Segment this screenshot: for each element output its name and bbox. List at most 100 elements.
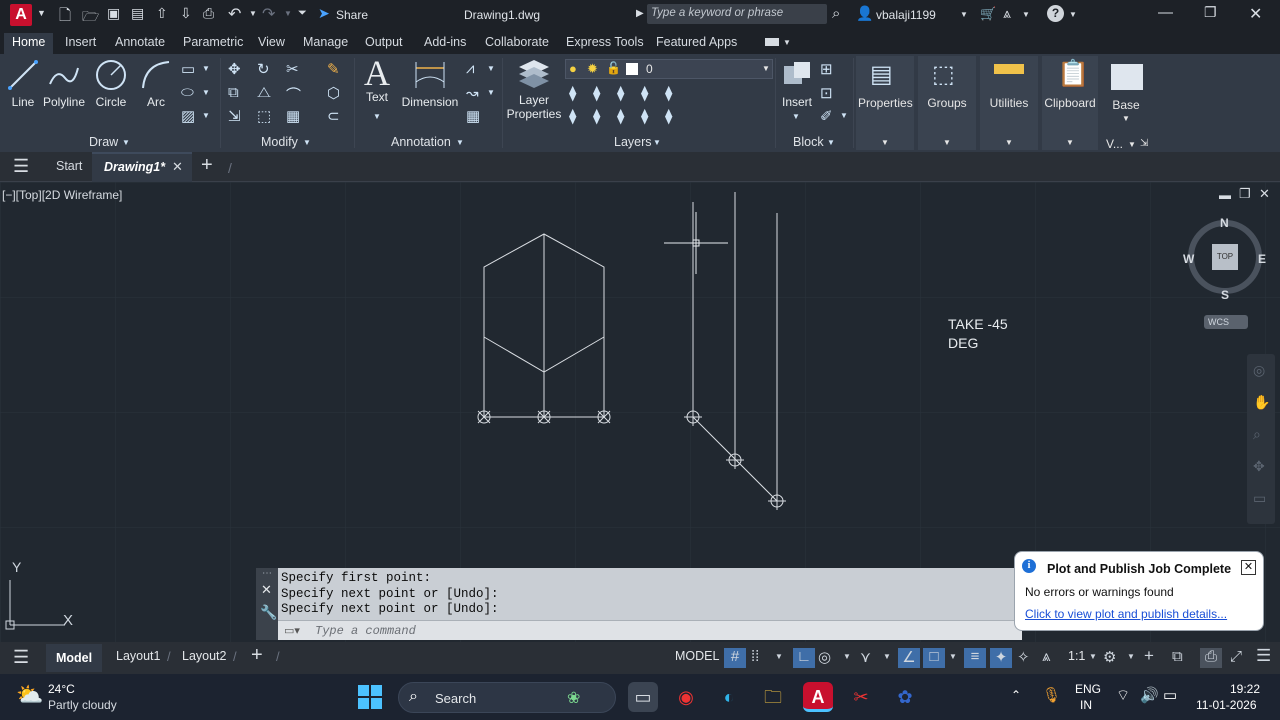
print-icon[interactable]: ⎙ (203, 5, 214, 22)
help-dropdown-icon[interactable]: ▼ (1069, 10, 1077, 19)
navigation-bar[interactable]: ◎ ✋ ⌕ ✥ ▭ (1247, 354, 1275, 524)
zoom-extents-icon[interactable]: ⌕ (1253, 426, 1261, 443)
expand-arrow-icon[interactable]: ▶ (636, 8, 644, 19)
minimize-icon[interactable]: — (1158, 4, 1173, 21)
restore-icon[interactable]: ❐ (1204, 4, 1217, 21)
edit-block-icon[interactable]: ⊡ (820, 84, 833, 102)
temperature[interactable]: 24°C (48, 682, 75, 696)
workspace-gear-icon[interactable]: ⚙ (1103, 648, 1116, 666)
block-attribute-icon[interactable]: ✐ (820, 107, 833, 125)
layers-panel-label[interactable]: Layers (614, 135, 652, 149)
redo-dropdown-icon[interactable]: ▼ (284, 9, 292, 18)
language-line1[interactable]: ENG (1075, 682, 1101, 696)
panel-expand-icon[interactable]: ▼ (122, 138, 130, 147)
base-button[interactable]: Base ▼ V... ▼ ⇲ (1104, 56, 1148, 151)
language-line2[interactable]: IN (1080, 698, 1092, 712)
notification-close-icon[interactable]: ✕ (1241, 560, 1256, 575)
clean-screen-icon[interactable]: ⤢ (1230, 648, 1242, 665)
multileader-icon[interactable]: ↝ (466, 84, 479, 102)
drawing-tab[interactable]: Drawing1* ✕ (92, 152, 192, 182)
layer-tool-icon[interactable]: ⧫ (665, 107, 672, 125)
workspace-dropdown-icon[interactable]: ▼ (1127, 652, 1135, 661)
file-explorer-icon[interactable]: 🗀 (758, 682, 788, 712)
rotate-icon[interactable]: ↻ (257, 60, 270, 78)
clock-date[interactable]: 11-01-2026 (1196, 698, 1257, 712)
notification-details-link[interactable]: Click to view plot and publish details..… (1025, 607, 1227, 621)
plot-publish-notification[interactable]: i Plot and Publish Job Complete ✕ No err… (1014, 551, 1264, 631)
polar-dropdown-icon[interactable]: ▼ (843, 652, 851, 661)
viewport-maximize-icon[interactable]: ❐ (1239, 186, 1251, 202)
app-menu-chevron-icon[interactable]: ▼ (37, 8, 46, 18)
redo-icon[interactable]: ↷ (262, 4, 275, 24)
tab-insert[interactable]: Insert (65, 35, 96, 49)
layer-properties-button[interactable]: Layer Properties (506, 58, 562, 121)
properties-panel[interactable]: ▤ Properties ▼ (856, 56, 914, 150)
offset-icon[interactable]: ⊂ (327, 107, 340, 125)
edge-icon[interactable]: ◐ (714, 682, 744, 712)
circle-button[interactable]: Circle (92, 58, 130, 109)
tab-view[interactable]: View (258, 35, 285, 49)
model-tab[interactable]: Model (46, 644, 102, 672)
erase-icon[interactable]: ✎ (327, 60, 340, 78)
arc-button[interactable]: Arc (138, 58, 174, 109)
array-icon[interactable]: ▦ (286, 107, 300, 125)
insert-dropdown-icon[interactable]: ▼ (792, 112, 800, 121)
tab-featured-apps[interactable]: Featured Apps (656, 35, 737, 49)
search-input[interactable]: Type a keyword or phrase (647, 4, 827, 24)
weather-icon[interactable]: ⛅ (16, 682, 43, 708)
autocad-taskbar-icon[interactable]: A (803, 682, 833, 712)
annotation-monitor-icon[interactable]: + (1144, 646, 1154, 666)
volume-icon[interactable]: 🔊 (1140, 686, 1159, 704)
draw-more-chevron-icon[interactable]: ▼ (202, 111, 210, 120)
tab-add-ins[interactable]: Add-ins (424, 35, 466, 49)
microphone-icon[interactable]: 🎙 (1042, 686, 1061, 704)
customize-wrench-icon[interactable]: 🔧 (260, 604, 277, 621)
save-icon[interactable]: ▣ (107, 5, 120, 22)
attribute-dropdown-icon[interactable]: ▼ (840, 111, 848, 120)
autodesk-dropdown-icon[interactable]: ▼ (1022, 10, 1030, 19)
show-hidden-icons-chevron-icon[interactable]: ⌃ (1011, 688, 1021, 702)
leader-dropdown-icon[interactable]: ▼ (487, 64, 495, 73)
layout2-tab[interactable]: Layout2 (182, 649, 226, 663)
tab-annotate[interactable]: Annotate (115, 35, 165, 49)
utilities-panel[interactable]: Utilities ▼ (980, 56, 1038, 150)
battery-icon[interactable]: ▭ (1163, 686, 1177, 704)
ellipse-icon[interactable]: ⬭ (181, 84, 194, 101)
trim-icon[interactable]: ✂ (286, 60, 299, 78)
panel-expand-icon[interactable]: ▼ (827, 138, 835, 147)
close-tab-icon[interactable]: ✕ (172, 159, 183, 175)
viewcube[interactable]: TOP (1188, 220, 1262, 294)
layer-tool-icon[interactable]: ⧫ (641, 84, 648, 102)
app-icon[interactable]: ✿ (890, 682, 920, 712)
layer-tool-icon[interactable]: ⧫ (617, 107, 624, 125)
wcs-menu[interactable]: WCS (1204, 315, 1248, 329)
hatch-icon[interactable]: ▨ (181, 107, 195, 125)
pan-hand-icon[interactable]: ✋ (1253, 394, 1270, 411)
leader-icon[interactable]: ⩘ (466, 60, 474, 77)
snap-mode-icon[interactable]: ⁞⁞ (751, 648, 759, 665)
share-button[interactable]: Share (336, 8, 368, 22)
tab-manage[interactable]: Manage (303, 35, 348, 49)
annotation-panel-label[interactable]: Annotation (391, 135, 451, 149)
table-icon[interactable]: ▦ (466, 107, 480, 125)
undo-icon[interactable]: ↶ (228, 4, 241, 24)
cart-icon[interactable]: 🛒 (980, 6, 996, 22)
clock-time[interactable]: 19:22 (1230, 682, 1260, 696)
drawing-canvas[interactable]: [−][Top][2D Wireframe] Y X TAKE -45 DEG … (0, 182, 1280, 642)
explode-icon[interactable]: ⬡ (327, 84, 340, 102)
snipping-tool-icon[interactable]: ✂ (846, 682, 876, 712)
object-snap-icon[interactable]: □ (923, 648, 945, 668)
ribbon-minimize-icon[interactable] (765, 38, 779, 46)
username[interactable]: vbalaji1199 (876, 8, 936, 22)
draw-panel-label[interactable]: Draw (89, 135, 118, 149)
mirror-icon[interactable]: ⧍ (257, 84, 271, 101)
chrome-icon[interactable]: ◉ (671, 682, 701, 712)
layout-menu-icon[interactable]: ☰ (13, 647, 29, 668)
layer-tool-icon[interactable]: ⧫ (569, 84, 576, 102)
wifi-icon[interactable]: ⌔ (1116, 686, 1130, 705)
object-snap-tracking-icon[interactable]: ∠ (898, 648, 920, 668)
scale-dropdown-icon[interactable]: ▼ (1089, 652, 1097, 661)
close-icon[interactable]: ✕ (1249, 4, 1262, 24)
fillet-icon[interactable]: ⌒ (286, 84, 301, 105)
text-button[interactable]: A Text (360, 55, 394, 104)
